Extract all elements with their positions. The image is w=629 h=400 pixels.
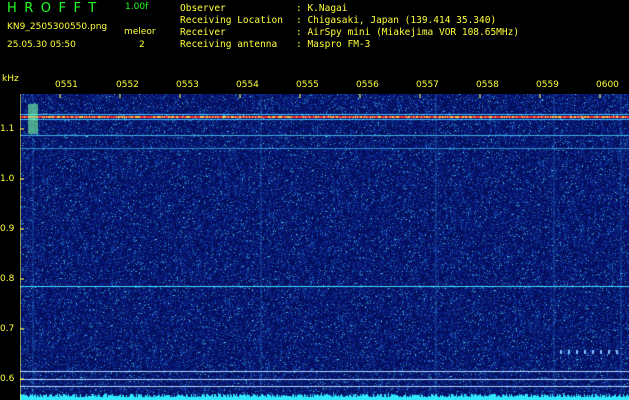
x-tick-label: 0557 — [416, 80, 439, 90]
capture-timestamp: 25.05.30 05:50 — [7, 40, 76, 50]
station-label: meleor — [124, 27, 156, 37]
spectrogram-plot — [20, 94, 629, 400]
antenna-label: Receiving antenna — [180, 39, 278, 50]
observer-label: Observer — [180, 3, 226, 14]
location-label: Receiving Location — [180, 15, 283, 26]
y-tick-label: 1.0 — [0, 174, 15, 184]
y-axis-unit: kHz — [2, 74, 19, 84]
x-tick-label: 0551 — [55, 80, 78, 90]
meteor-count: 2 — [139, 40, 145, 50]
receiver-value: : AirSpy mini (Miakejima VOR 108.65MHz) — [296, 27, 520, 38]
x-tick-label: 0556 — [356, 80, 379, 90]
x-tick-label: 0552 — [116, 80, 139, 90]
x-tick-label: 0555 — [296, 80, 319, 90]
observer-value: : K.Nagai — [296, 3, 348, 14]
x-tick-label: 0553 — [176, 80, 199, 90]
y-tick-label: 0.6 — [0, 374, 15, 384]
y-tick-label: 0.7 — [0, 324, 15, 334]
receiver-label: Receiver — [180, 27, 226, 38]
file-name: KN9_2505300550.png — [7, 22, 108, 32]
location-value: : Chigasaki, Japan (139.414 35.340) — [296, 15, 497, 26]
antenna-value: : Maspro FM-3 — [296, 39, 371, 50]
hrofft-window: HROFFT 1.00f KN9_2505300550.png meleor 2… — [0, 0, 629, 400]
app-version: 1.00f — [125, 2, 149, 12]
y-tick-label: 1.1 — [0, 124, 15, 134]
x-tick-label: 0600 — [596, 80, 619, 90]
y-tick-label: 0.8 — [0, 274, 15, 284]
x-tick-label: 0554 — [236, 80, 259, 90]
y-tick-label: 0.9 — [0, 224, 15, 234]
x-tick-label: 0559 — [536, 80, 559, 90]
x-tick-label: 0558 — [476, 80, 499, 90]
app-title: HROFFT — [7, 1, 104, 16]
